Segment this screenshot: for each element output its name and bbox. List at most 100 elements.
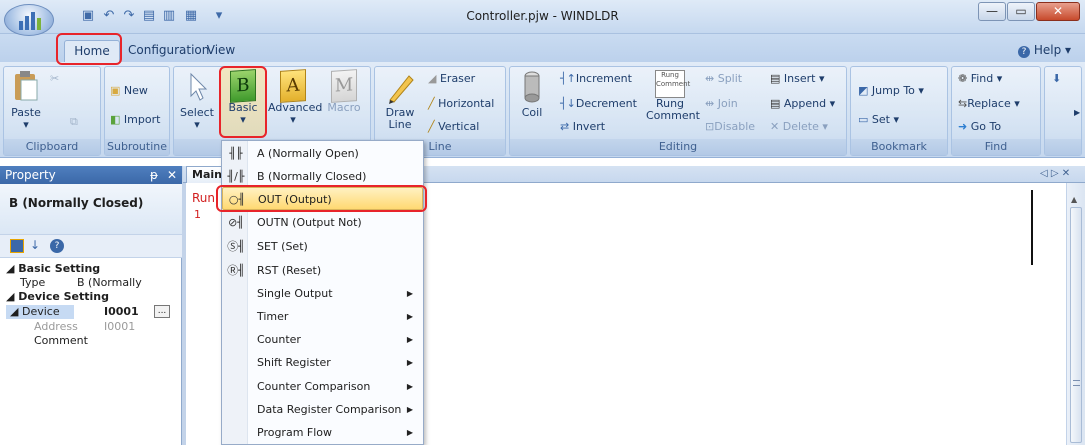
menu-item-set[interactable]: Ⓢ╢ SET (Set) (222, 235, 423, 258)
tab-view[interactable]: View (206, 40, 236, 62)
coil-button[interactable]: Coil (516, 70, 548, 119)
insert-button[interactable]: ▤ Insert ▾ (770, 72, 825, 85)
menu-item-program-flow[interactable]: Program Flow ▶ (222, 421, 423, 444)
application-button[interactable] (4, 4, 54, 36)
coil-icon (524, 71, 540, 103)
submenu-arrow-icon: ▶ (406, 358, 413, 367)
advanced-button[interactable]: A Advanced ▾ (268, 69, 322, 126)
tab-configuration[interactable]: Configuration (128, 40, 209, 62)
cut-icon[interactable]: ✂ (50, 72, 64, 86)
split-button[interactable]: ⇹ Split (705, 72, 742, 85)
menu-item-counter[interactable]: Counter ▶ (222, 328, 423, 351)
sort-az-icon[interactable]: ↓ (30, 238, 40, 252)
document-nav-controls[interactable]: ◁ ▷ ✕ (1040, 168, 1070, 179)
home-tab-highlight (56, 33, 122, 65)
vertical-line-icon: ╱ (428, 120, 435, 133)
windldr-logo-icon (19, 12, 41, 30)
advanced-a-icon: A (280, 69, 306, 103)
bookmark-set-icon: ▭ (858, 113, 869, 126)
bookmark-set-button[interactable]: ▭ Set ▾ (858, 113, 899, 126)
increment-icon: ┤↑ (560, 72, 576, 85)
property-close-icon[interactable]: ✕ (167, 166, 177, 184)
group-label-editing: Editing (510, 139, 846, 155)
eraser-icon: ◢ (428, 72, 437, 85)
eraser-button[interactable]: ◢ Eraser (428, 72, 475, 85)
menu-item-single-output[interactable]: Single Output ▶ (222, 282, 423, 305)
append-button[interactable]: ▤ Append ▾ (770, 97, 835, 110)
rung-comment-button[interactable]: Rung Comment Rung Comment (646, 70, 700, 122)
menu-item-rst[interactable]: Ⓡ╢ RST (Reset) (222, 259, 423, 282)
device-row[interactable]: ◢ Device I0001 ... (0, 305, 182, 319)
binoculars-icon: ❁ (958, 72, 968, 85)
device-browse-button[interactable]: ... (154, 305, 170, 318)
invert-button[interactable]: ⇄ Invert (560, 120, 605, 133)
horizontal-line-button[interactable]: ╱ Horizontal (428, 97, 494, 110)
select-button[interactable]: Select ▾ (178, 70, 216, 131)
new-button[interactable]: ▣ New (110, 84, 148, 97)
delete-icon: ✕ (770, 120, 780, 133)
property-header: Property ᵽ ✕ (0, 166, 182, 184)
menu-item-shift-register[interactable]: Shift Register ▶ (222, 351, 423, 374)
scroll-up-icon[interactable]: ▲ (1071, 195, 1077, 204)
submenu-arrow-icon: ▶ (406, 289, 413, 298)
rung-comment-icon: Rung Comment (655, 70, 690, 98)
delete-button[interactable]: ✕ Delete ▾ (770, 120, 828, 133)
join-button[interactable]: ⇹ Join (705, 97, 738, 110)
replace-button[interactable]: ⇆Replace ▾ (958, 97, 1020, 110)
disable-icon: ⊡ (705, 120, 715, 133)
scroll-thumb[interactable] (1070, 207, 1082, 443)
import-button[interactable]: ◧ Import (110, 113, 160, 126)
pin-icon[interactable]: ᵽ (150, 166, 158, 184)
submenu-arrow-icon: ▶ (406, 405, 413, 414)
property-title: B (Normally Closed) (0, 184, 182, 234)
copy-icon[interactable]: ⧉ (70, 115, 84, 129)
maximize-button[interactable]: ▭ (1007, 2, 1035, 21)
categorized-icon[interactable] (10, 239, 24, 253)
menu-item-a-normally-open[interactable]: ╢╟ A (Normally Open) (222, 142, 423, 165)
vertical-line-button[interactable]: ╱ Vertical (428, 120, 479, 133)
increment-button[interactable]: ┤↑Increment (560, 72, 632, 85)
insert-icon: ▤ (770, 72, 781, 85)
menu-item-data-register-comparison[interactable]: Data Register Comparison ▶ (222, 398, 423, 421)
basic-b-icon: B (230, 69, 256, 103)
output-not-icon: ⊘╢ (228, 216, 244, 229)
out-item-highlight (216, 185, 427, 212)
submenu-arrow-icon: ▶ (406, 428, 413, 437)
menu-item-timer[interactable]: Timer ▶ (222, 305, 423, 328)
vertical-scrollbar[interactable]: ▲ (1066, 183, 1085, 445)
comment-row[interactable]: Comment (0, 334, 182, 348)
replace-icon: ⇆ (958, 97, 968, 110)
jump-to-button[interactable]: ◩ Jump To ▾ (858, 84, 924, 97)
invert-icon: ⇄ (560, 120, 570, 133)
cursor-icon (190, 72, 208, 101)
basic-button[interactable]: B Basic ▾ (222, 69, 264, 126)
decrement-button[interactable]: ┤↓Decrement (560, 97, 637, 110)
go-to-button[interactable]: ➜ Go To (958, 120, 1001, 133)
menu-item-outn-output-not[interactable]: ⊘╢ OUTN (Output Not) (222, 211, 423, 234)
paste-button[interactable]: Paste ▾ (8, 70, 44, 131)
property-help-icon[interactable]: ? (50, 239, 64, 253)
reset-coil-icon: Ⓡ╢ (227, 264, 245, 277)
property-toolbar: ↓ ? (0, 234, 182, 258)
group-label-clipboard: Clipboard (4, 139, 100, 155)
new-icon: ▣ (110, 84, 121, 97)
download-icon[interactable]: ⬇ (1052, 72, 1061, 85)
disable-button[interactable]: ⊡Disable (705, 120, 755, 133)
ribbon-scroll-right-icon[interactable]: ▶ (1074, 108, 1080, 117)
macro-m-icon: M (331, 69, 357, 103)
set-coil-icon: Ⓢ╢ (227, 240, 245, 253)
help-button[interactable]: ? Help ▾ (1018, 43, 1071, 58)
decrement-icon: ┤↓ (560, 97, 576, 110)
menu-item-counter-comparison[interactable]: Counter Comparison ▶ (222, 375, 423, 398)
right-power-rail (1031, 190, 1033, 265)
draw-line-button[interactable]: Draw Line (382, 70, 418, 131)
device-setting-section[interactable]: ◢ Device Setting (0, 290, 182, 304)
macro-button[interactable]: M Macro (322, 69, 366, 114)
tab-main[interactable]: Main (186, 166, 226, 183)
minimize-button[interactable]: — (978, 2, 1006, 21)
type-row: Type B (Normally (20, 276, 142, 289)
find-button[interactable]: ❁ Find ▾ (958, 72, 1002, 85)
group-label-subroutine: Subroutine (105, 139, 169, 155)
basic-setting-section[interactable]: ◢ Basic Setting (0, 262, 182, 276)
close-button[interactable]: ✕ (1036, 2, 1080, 21)
